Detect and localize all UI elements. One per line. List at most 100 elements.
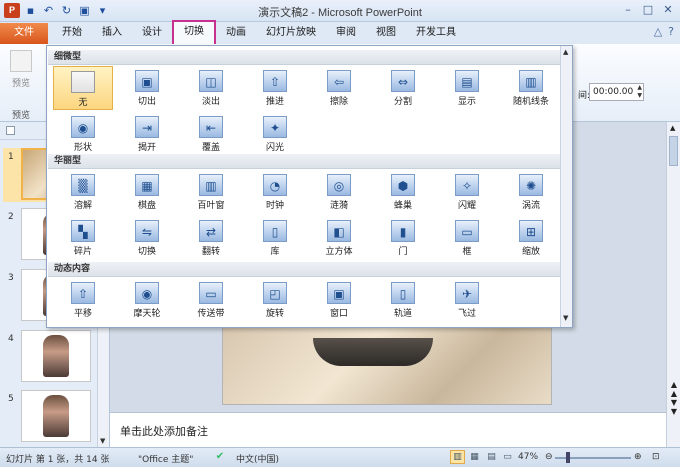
transition-option[interactable]: ⇄ 翻转	[181, 216, 241, 260]
editor-scrollbar[interactable]: ▲ ▲ ▲ ▼ ▼	[666, 122, 680, 447]
zoom-slider-thumb[interactable]	[566, 452, 570, 463]
preview-button[interactable]: 预览	[6, 50, 36, 89]
minimize-ribbon-icon[interactable]: △	[654, 25, 662, 38]
zoom-in-icon[interactable]: ⊕	[634, 452, 642, 462]
reading-view-icon[interactable]: ▤	[484, 450, 499, 464]
transition-option[interactable]: ⇔ 分割	[373, 66, 433, 110]
close-icon[interactable]: ✕	[660, 2, 676, 17]
transition-option[interactable]: ◧ 立方体	[309, 216, 369, 260]
transition-option[interactable]: ⇤ 覆盖	[181, 112, 241, 156]
scroll-up-icon[interactable]: ▲	[670, 124, 675, 132]
tab-view[interactable]: 视图	[366, 23, 406, 44]
transition-option[interactable]: ⇋ 切换	[117, 216, 177, 260]
help-icon[interactable]: ?	[668, 25, 674, 38]
spellcheck-icon[interactable]: ✔	[214, 451, 226, 463]
preview-icon	[10, 50, 32, 72]
transition-option[interactable]: ▣ 切出	[117, 66, 177, 110]
tab-transitions[interactable]: 切换	[172, 20, 216, 44]
transition-option[interactable]: ▭ 框	[437, 216, 497, 260]
transition-option[interactable]: ◔ 时钟	[245, 170, 305, 214]
zoom-level[interactable]: 47%	[518, 452, 538, 462]
transition-icon: ▣	[135, 70, 159, 92]
slide-canvas[interactable]	[222, 327, 552, 405]
theme-name[interactable]: "Office 主题"	[138, 452, 193, 465]
transition-label: 摩天轮	[133, 308, 161, 318]
transition-option[interactable]: ◰ 旋转	[245, 278, 305, 322]
language[interactable]: 中文(中国)	[236, 452, 279, 465]
transition-option[interactable]: ▥ 随机线条	[501, 66, 561, 110]
slideshow-view-icon[interactable]: ▭	[500, 450, 515, 464]
gallery-scrollbar[interactable]: ▲ ▼	[560, 46, 572, 327]
slide-thumbnail-5[interactable]: 5	[3, 390, 95, 444]
tab-review[interactable]: 审阅	[326, 23, 366, 44]
transition-option[interactable]: ⊞ 缩放	[501, 216, 561, 260]
collapse-icon[interactable]	[6, 126, 15, 135]
transition-icon: ▦	[135, 174, 159, 196]
transition-gallery: 细微型 华丽型 动态内容 无 ▣ 切出 ◫ 淡出 ⇧ 推进 ⇦ 擦除 ⇔ 分割 ▤ 显示 ▥ 随机线条 ◉ 形状…	[46, 45, 573, 328]
zoom-out-icon[interactable]: ⊖	[545, 452, 553, 462]
transition-option[interactable]: ▣ 窗口	[309, 278, 369, 322]
tab-slideshow[interactable]: 幻灯片放映	[256, 23, 326, 44]
ribbon-tabs: 文件 开始 插入 设计 切换 动画 幻灯片放映 审阅 视图 开发工具	[0, 20, 680, 44]
tab-insert[interactable]: 插入	[92, 23, 132, 44]
transition-label: 时钟	[265, 200, 284, 210]
transition-label: 涟漪	[329, 200, 348, 210]
scroll-thumb[interactable]	[669, 136, 678, 166]
transition-icon: ▒	[71, 174, 95, 196]
fit-window-icon[interactable]: ⊡	[652, 452, 660, 462]
transition-option[interactable]: ⇧ 推进	[245, 66, 305, 110]
transition-option[interactable]: ▯ 库	[245, 216, 305, 260]
slide-nav-icons[interactable]: ▲ ▲ ▼ ▼	[669, 380, 679, 416]
slide-sorter-icon[interactable]: ▦	[467, 450, 482, 464]
transition-option[interactable]: ◫ 淡出	[181, 66, 241, 110]
transition-option[interactable]: ⇥ 揭开	[117, 112, 177, 156]
transition-option[interactable]: ✧ 闪耀	[437, 170, 497, 214]
transition-option[interactable]: ▒ 溶解	[53, 170, 113, 214]
transition-icon: ◧	[327, 220, 351, 242]
tab-home[interactable]: 开始	[52, 23, 92, 44]
transition-icon: ▥	[519, 70, 543, 92]
transition-option[interactable]: ▦ 棋盘	[117, 170, 177, 214]
gallery-scroll-down-icon[interactable]: ▼	[563, 314, 568, 322]
duration-input[interactable]: 00:00.00 ▲ ▼	[589, 83, 644, 101]
transition-option[interactable]: ▮ 门	[373, 216, 433, 260]
transition-option[interactable]: ◎ 涟漪	[309, 170, 369, 214]
transition-option[interactable]: 无	[53, 66, 113, 110]
transition-option[interactable]: ◉ 形状	[53, 112, 113, 156]
minimize-icon[interactable]: –	[620, 2, 636, 17]
transition-label: 无	[78, 97, 88, 107]
maximize-icon[interactable]: □	[640, 2, 656, 17]
transition-icon: ◰	[263, 282, 287, 304]
transition-icon: ⇧	[263, 70, 287, 92]
transition-label: 淡出	[201, 96, 220, 106]
transition-option[interactable]: ✈ 飞过	[437, 278, 497, 322]
transition-option[interactable]: ▚ 碎片	[53, 216, 113, 260]
transition-option[interactable]: ⬢ 蜂巢	[373, 170, 433, 214]
gallery-scroll-up-icon[interactable]: ▲	[563, 48, 568, 56]
transition-option[interactable]: ▥ 百叶窗	[181, 170, 241, 214]
tab-animations[interactable]: 动画	[216, 23, 256, 44]
transition-icon: ▥	[199, 174, 223, 196]
tab-developer[interactable]: 开发工具	[406, 23, 466, 44]
normal-view-icon[interactable]: ▥	[450, 450, 465, 464]
transition-icon: ◔	[263, 174, 287, 196]
transition-option[interactable]: ⇧ 平移	[53, 278, 113, 322]
transition-option[interactable]: ▤ 显示	[437, 66, 497, 110]
transition-option[interactable]: ▭ 传送带	[181, 278, 241, 322]
tab-file[interactable]: 文件	[0, 23, 48, 44]
transition-icon: ▭	[455, 220, 479, 242]
transition-option[interactable]: ✺ 涡流	[501, 170, 561, 214]
transition-option[interactable]: ◉ 摩天轮	[117, 278, 177, 322]
notes-pane[interactable]: 单击此处添加备注	[110, 412, 666, 447]
tab-design[interactable]: 设计	[132, 23, 172, 44]
slide-thumbnail-4[interactable]: 4	[3, 330, 95, 384]
transition-label: 平移	[73, 308, 92, 318]
transition-label: 旋转	[265, 308, 284, 318]
slide-photo	[313, 338, 433, 366]
transition-icon: ▚	[71, 220, 95, 242]
spinner-icon[interactable]: ▲ ▼	[637, 84, 642, 100]
transition-option[interactable]: ⇦ 擦除	[309, 66, 369, 110]
transition-option[interactable]: ▯ 轨道	[373, 278, 433, 322]
transition-option[interactable]: ✦ 闪光	[245, 112, 305, 156]
notes-placeholder: 单击此处添加备注	[120, 425, 208, 438]
